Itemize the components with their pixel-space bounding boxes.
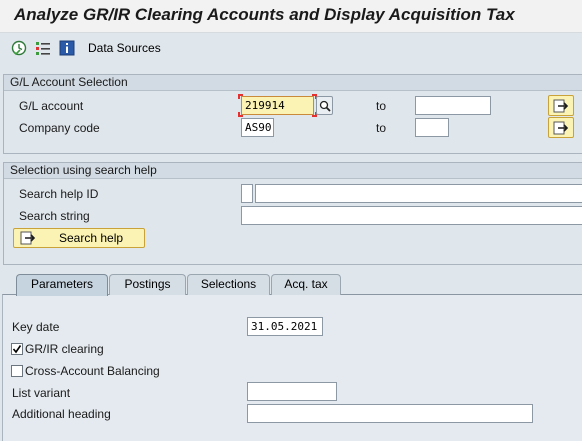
gl-account-selection-header: G/L Account Selection: [4, 75, 582, 91]
search-help-id-label: Search help ID: [19, 187, 99, 201]
gl-account-to-label: to: [376, 99, 387, 113]
key-date-input[interactable]: 31.05.2021: [247, 317, 323, 336]
gl-account-label: G/L account: [19, 99, 84, 113]
search-help-button[interactable]: Search help: [13, 228, 145, 248]
search-help-id-input[interactable]: [241, 184, 253, 203]
tab-postings[interactable]: Postings: [109, 274, 186, 295]
title-bar: Analyze GR/IR Clearing Accounts and Disp…: [0, 0, 582, 33]
tab-parameters[interactable]: Parameters: [16, 274, 108, 296]
search-help-header: Selection using search help: [4, 163, 582, 179]
execute-clock-icon[interactable]: [11, 40, 27, 56]
gl-account-to-input[interactable]: [415, 96, 491, 115]
search-string-input[interactable]: [241, 206, 582, 225]
key-date-label: Key date: [12, 320, 60, 334]
cross-account-balancing-checkbox[interactable]: [11, 365, 23, 377]
gl-account-from-input[interactable]: 219914: [241, 96, 314, 115]
application-toolbar: Data Sources: [0, 33, 582, 63]
search-help-button-label: Search help: [59, 231, 124, 245]
company-code-to-input[interactable]: [415, 118, 449, 137]
company-code-label: Company code: [19, 121, 100, 135]
gl-account-search-help-icon[interactable]: [316, 96, 333, 115]
company-code-to-label: to: [376, 121, 387, 135]
additional-heading-input[interactable]: [247, 404, 533, 423]
company-code-from-input[interactable]: AS90: [241, 118, 274, 137]
variants-list-icon[interactable]: [35, 40, 51, 56]
checkmark-icon: [12, 345, 22, 354]
focus-corner-bottom-left: [238, 112, 243, 117]
search-help-id-description-field: [255, 184, 582, 203]
tab-acq-tax[interactable]: Acq. tax: [271, 274, 341, 295]
additional-heading-label: Additional heading: [12, 407, 111, 421]
search-string-label: Search string: [19, 209, 90, 223]
list-variant-input[interactable]: [247, 382, 337, 401]
grir-clearing-checkbox[interactable]: [11, 343, 23, 355]
list-variant-label: List variant: [12, 386, 71, 400]
cross-account-balancing-label: Cross-Account Balancing: [25, 364, 160, 378]
company-code-multiple-selection-button[interactable]: [548, 117, 574, 138]
info-icon[interactable]: [59, 40, 75, 56]
multiple-selection-arrow-icon: [20, 231, 36, 248]
tab-selections[interactable]: Selections: [187, 274, 270, 295]
data-sources-button[interactable]: Data Sources: [88, 41, 161, 55]
gl-account-multiple-selection-button[interactable]: [548, 95, 574, 116]
grir-clearing-label: GR/IR clearing: [25, 342, 104, 356]
page-title: Analyze GR/IR Clearing Accounts and Disp…: [14, 5, 515, 24]
focus-corner-top-left: [238, 94, 243, 99]
